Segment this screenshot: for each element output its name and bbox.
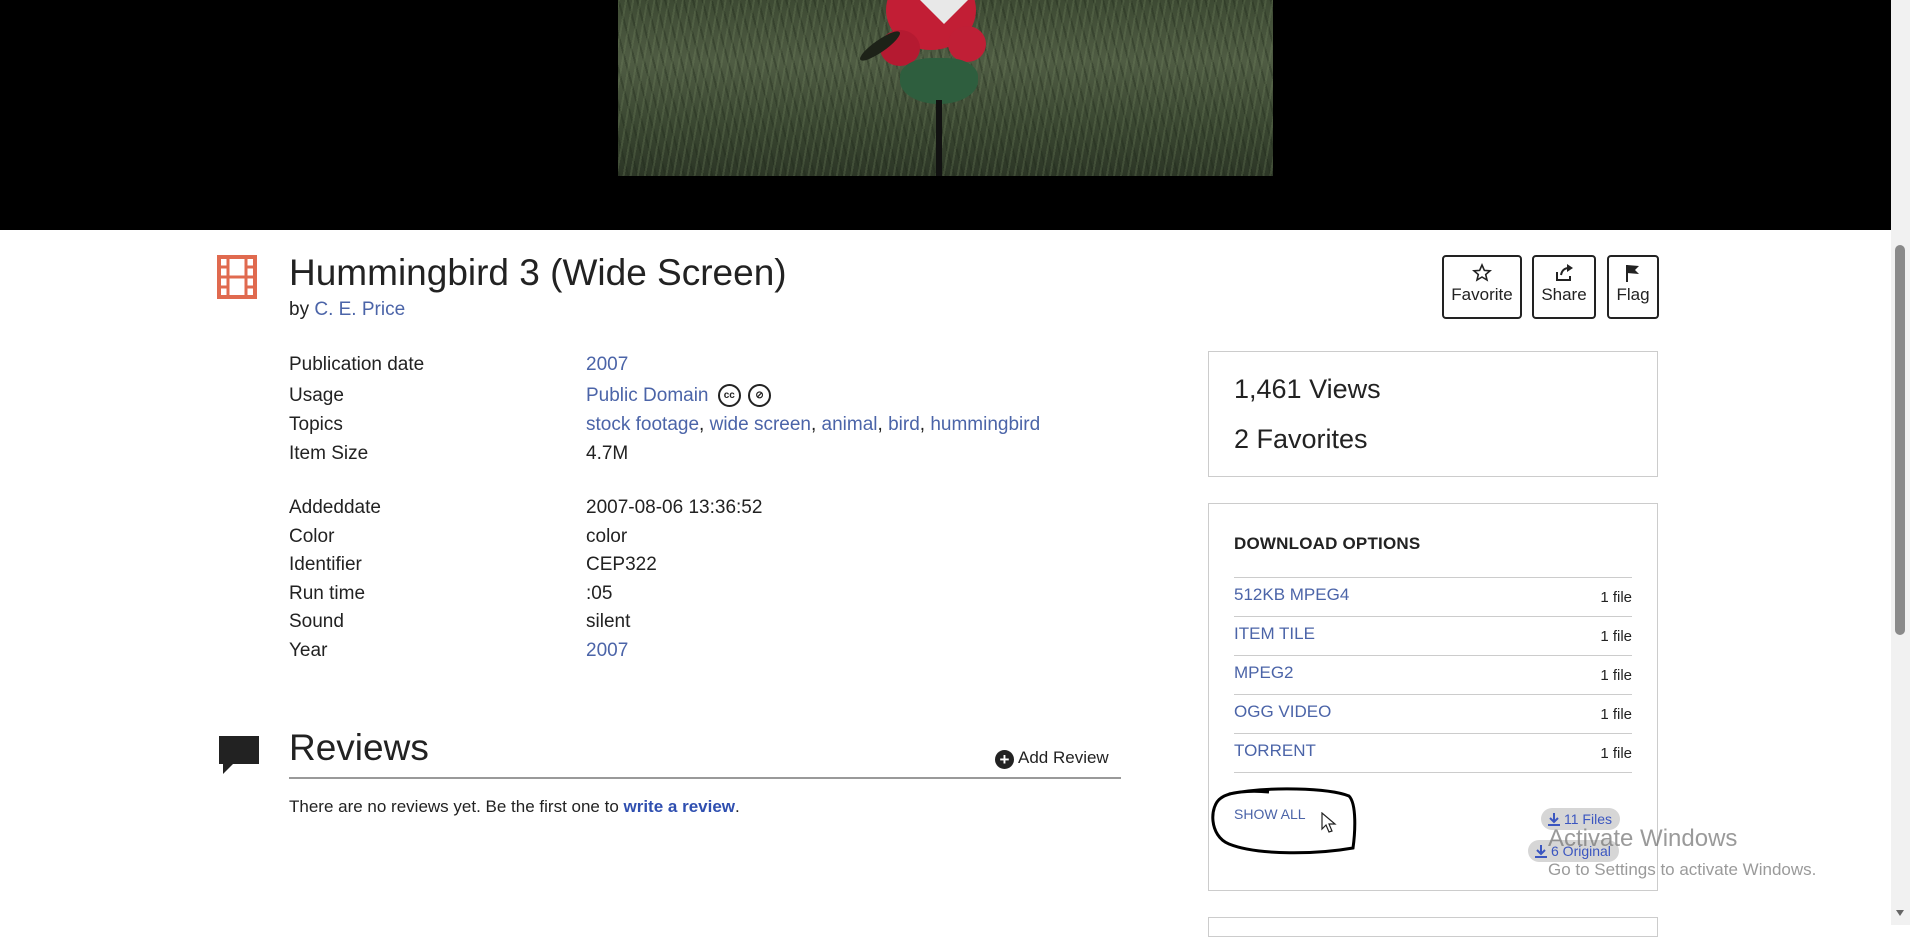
reviews-divider bbox=[289, 777, 1121, 779]
favorite-button[interactable]: Favorite bbox=[1442, 255, 1522, 319]
meta-label: Color bbox=[289, 526, 335, 547]
byline: by C. E. Price bbox=[289, 299, 405, 321]
download-item: 512KB MPEG4 1 file bbox=[1234, 577, 1632, 616]
meta-label: Publication date bbox=[289, 354, 425, 375]
download-format-link[interactable]: TORRENT bbox=[1234, 741, 1316, 761]
feeder-flower-right bbox=[948, 26, 986, 62]
creative-commons-icon[interactable]: cc bbox=[717, 384, 741, 408]
download-format-link[interactable]: ITEM TILE bbox=[1234, 624, 1315, 644]
reviews-empty-period: . bbox=[735, 797, 740, 816]
play-marker bbox=[920, 0, 968, 24]
run-time-value: :05 bbox=[586, 583, 613, 604]
topic-link[interactable]: wide screen bbox=[710, 414, 811, 435]
meta-label: Item Size bbox=[289, 443, 369, 464]
usage-link[interactable]: Public Domain bbox=[586, 385, 709, 406]
reviews-heading: Reviews bbox=[289, 727, 429, 768]
favorites-count: 2 Favorites bbox=[1234, 424, 1368, 454]
download-item: OGG VIDEO 1 file bbox=[1234, 694, 1632, 733]
topics-value: stock footage, wide screen, animal, bird… bbox=[586, 414, 1041, 435]
page-title: Hummingbird 3 (Wide Screen) bbox=[289, 252, 787, 293]
topic-link[interactable]: stock footage bbox=[586, 414, 699, 435]
addeddate-value: 2007-08-06 13:36:52 bbox=[586, 497, 763, 518]
stats-box: 1,461 Views 2 Favorites bbox=[1208, 351, 1658, 477]
meta-label: Topics bbox=[289, 414, 343, 435]
meta-label: Addeddate bbox=[289, 497, 381, 518]
year-link[interactable]: 2007 bbox=[586, 638, 628, 664]
reviews-empty-message: There are no reviews yet. Be the first o… bbox=[289, 797, 624, 816]
download-item: TORRENT 1 file bbox=[1234, 733, 1632, 773]
add-review-button[interactable]: + Add Review bbox=[995, 748, 1109, 769]
download-options-heading: DOWNLOAD OPTIONS bbox=[1234, 534, 1421, 553]
topic-link[interactable]: bird bbox=[888, 414, 920, 435]
meta-label: Identifier bbox=[289, 554, 362, 575]
flag-icon bbox=[1626, 265, 1639, 282]
share-icon bbox=[1556, 264, 1573, 281]
file-count: 1 file bbox=[1600, 745, 1632, 762]
activate-windows-title: Activate Windows bbox=[1548, 825, 1738, 852]
byline-prefix: by bbox=[289, 299, 310, 320]
flag-label: Flag bbox=[1616, 285, 1650, 304]
public-domain-icon[interactable]: ⊘ bbox=[748, 384, 772, 408]
share-button[interactable]: Share bbox=[1532, 255, 1596, 319]
usage-value: Public Domain cc ⊘ bbox=[586, 383, 772, 409]
download-icon bbox=[1548, 813, 1560, 826]
meta-label: Year bbox=[289, 640, 328, 661]
plus-circle-icon: + bbox=[995, 750, 1014, 769]
download-item: ITEM TILE 1 file bbox=[1234, 616, 1632, 655]
publication-date-link[interactable]: 2007 bbox=[586, 352, 628, 378]
views-count: 1,461 Views bbox=[1234, 374, 1381, 404]
feeder-pole bbox=[936, 100, 942, 176]
reviews-empty-text: There are no reviews yet. Be the first o… bbox=[289, 797, 740, 817]
file-count: 1 file bbox=[1600, 706, 1632, 723]
flag-button[interactable]: Flag bbox=[1607, 255, 1659, 319]
scroll-thumb[interactable] bbox=[1895, 245, 1905, 635]
download-format-link[interactable]: OGG VIDEO bbox=[1234, 702, 1331, 722]
film-icon bbox=[217, 255, 257, 299]
next-panel bbox=[1208, 917, 1658, 937]
add-review-label: Add Review bbox=[1018, 748, 1109, 767]
mouse-cursor-icon bbox=[1321, 812, 1337, 833]
topic-link[interactable]: animal bbox=[822, 414, 878, 435]
share-label: Share bbox=[1541, 285, 1587, 304]
hand-drawn-circle-annotation bbox=[1211, 787, 1357, 855]
meta-label: Usage bbox=[289, 385, 344, 406]
show-all-link[interactable]: SHOW ALL bbox=[1234, 806, 1306, 822]
color-value: color bbox=[586, 526, 628, 547]
file-count: 1 file bbox=[1600, 628, 1632, 645]
download-icon bbox=[1535, 845, 1547, 858]
star-icon bbox=[1472, 263, 1492, 282]
meta-label: Sound bbox=[289, 611, 344, 632]
video-player[interactable] bbox=[0, 0, 1891, 230]
scroll-down-arrow[interactable] bbox=[1896, 910, 1904, 916]
download-list: 512KB MPEG4 1 file ITEM TILE 1 file MPEG… bbox=[1234, 577, 1632, 773]
file-count: 1 file bbox=[1600, 667, 1632, 684]
download-item: MPEG2 1 file bbox=[1234, 655, 1632, 694]
sound-value: silent bbox=[586, 611, 631, 632]
identifier-value: CEP322 bbox=[586, 554, 657, 575]
speech-bubble-icon bbox=[219, 736, 259, 774]
download-format-link[interactable]: 512KB MPEG4 bbox=[1234, 585, 1349, 605]
favorite-label: Favorite bbox=[1451, 285, 1513, 304]
feeder-base bbox=[900, 58, 978, 104]
meta-label: Run time bbox=[289, 583, 366, 604]
author-link[interactable]: C. E. Price bbox=[314, 299, 405, 320]
item-size-value: 4.7M bbox=[586, 443, 629, 464]
video-thumbnail[interactable] bbox=[618, 0, 1273, 176]
download-format-link[interactable]: MPEG2 bbox=[1234, 663, 1294, 683]
topic-link[interactable]: hummingbird bbox=[930, 414, 1040, 435]
file-count: 1 file bbox=[1600, 589, 1632, 606]
activate-windows-subtitle: Go to Settings to activate Windows. bbox=[1548, 860, 1817, 879]
write-review-link[interactable]: write a review bbox=[624, 797, 736, 816]
page-scrollbar[interactable] bbox=[1891, 0, 1910, 925]
